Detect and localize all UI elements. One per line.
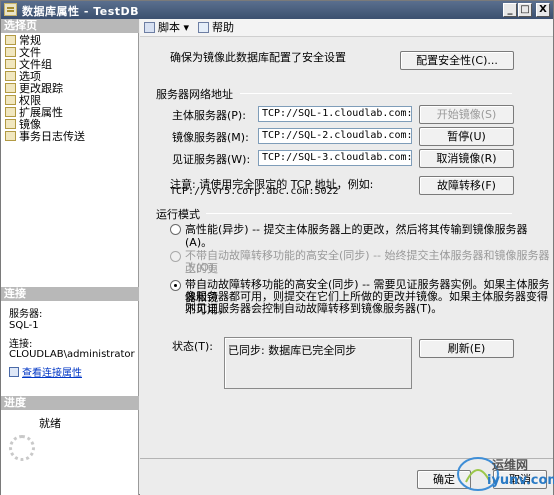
configure-security-button[interactable]: 配置安全性(C)... — [400, 51, 514, 70]
principal-server-field[interactable]: TCP://SQL-1.cloudlab.com:5022 — [258, 106, 412, 122]
page-icon — [5, 71, 16, 81]
pause-button[interactable]: 暂停(U) — [419, 127, 514, 146]
chevron-down-icon: ▾ — [180, 21, 190, 34]
help-label: 帮助 — [212, 21, 234, 34]
help-icon — [198, 22, 209, 33]
network-group-title: 服务器网络地址 — [156, 88, 233, 101]
watermark-line1: 运维网 — [492, 458, 529, 472]
high-safety-no-failover-label-2: 改(O)。 — [185, 261, 225, 274]
page-icon — [5, 59, 16, 69]
server-label: 服务器: — [9, 309, 43, 320]
network-group-divider — [240, 93, 512, 94]
note-line2: TCP://svr5.corp.abc.com:5022 — [170, 186, 339, 197]
help-button[interactable]: 帮助 — [198, 21, 234, 35]
high-performance-radio[interactable] — [170, 224, 181, 235]
mirror-server-label: 镜像服务器(M): — [172, 131, 249, 144]
status-label: 状态(T): — [172, 340, 214, 353]
start-mirroring-button[interactable]: 开始镜像(S) — [419, 105, 514, 124]
high-safety-failover-radio[interactable] — [170, 280, 181, 291]
refresh-button[interactable]: 刷新(E) — [419, 339, 514, 358]
window-title: 数据库属性 - TestDB — [22, 5, 140, 18]
script-icon — [144, 22, 155, 33]
remove-mirroring-button[interactable]: 取消镜像(R) — [419, 149, 514, 168]
security-note: 确保为镜像此数据库配置了安全设置 — [170, 51, 346, 64]
high-safety-no-failover-label-1: 不带自动故障转移功能的高安全(同步) -- 始终提交主体服务器和镜像服务器上的更 — [185, 249, 550, 275]
high-performance-label: 高性能(异步) -- 提交主体服务器上的更改，然后将其传输到镜像服务器(A)。 — [185, 223, 528, 249]
high-safety-failover-label-3: 则见证服务器会控制自动故障转移到镜像服务器(T)。 — [185, 302, 443, 315]
database-properties-window: 数据库属性 - TestDB _ □ X 选择页 常规 文件 文件组 选项 更改… — [0, 0, 554, 495]
progress-spinner-icon — [9, 435, 35, 461]
view-connection-properties-text: 查看连接属性 — [22, 368, 82, 379]
close-button[interactable]: X — [536, 3, 550, 17]
status-box: 已同步: 数据库已完全同步 — [224, 337, 412, 389]
status-value: 已同步: 数据库已完全同步 — [228, 344, 357, 357]
mode-group-title: 运行模式 — [156, 208, 200, 221]
nav-item-label: 事务日志传送 — [19, 130, 85, 143]
witness-server-field[interactable]: TCP://SQL-3.cloudlab.com:5022 — [258, 150, 412, 166]
page-icon — [5, 131, 16, 141]
title-bar: 数据库属性 - TestDB _ □ X — [1, 1, 553, 19]
page-icon — [5, 119, 16, 129]
failover-button[interactable]: 故障转移(F) — [419, 176, 514, 195]
progress-header: 进度 — [1, 396, 139, 410]
page-icon — [5, 47, 16, 57]
page-icon — [5, 107, 16, 117]
toolbar: 脚本 ▾ 帮助 — [140, 19, 553, 37]
minimize-button[interactable]: _ — [503, 3, 517, 17]
connection-properties-icon — [9, 367, 19, 377]
mode-group-divider — [206, 213, 512, 214]
mirror-server-field[interactable]: TCP://SQL-2.cloudlab.com:5022 — [258, 128, 412, 144]
view-connection-properties-link[interactable]: 查看连接属性 — [9, 367, 82, 379]
progress-status: 就绪 — [39, 417, 61, 430]
connection-value: CLOUDLAB\administrator — [9, 349, 135, 360]
server-value: SQL-1 — [9, 320, 39, 331]
connection-header: 连接 — [1, 287, 139, 301]
database-properties-icon — [4, 3, 17, 16]
left-pane: 选择页 常规 文件 文件组 选项 更改跟踪 权限 扩展属性 镜像 事务日志传送 … — [1, 19, 139, 495]
nav-item-log-shipping[interactable]: 事务日志传送 — [5, 131, 85, 143]
script-label: 脚本 — [158, 21, 180, 34]
witness-server-label: 见证服务器(W): — [172, 153, 251, 166]
page-icon — [5, 35, 16, 45]
script-button[interactable]: 脚本 ▾ — [144, 21, 189, 35]
principal-server-label: 主体服务器(P): — [172, 109, 246, 122]
maximize-button[interactable]: □ — [518, 3, 532, 17]
high-safety-no-failover-radio[interactable] — [170, 251, 181, 262]
page-icon — [5, 95, 16, 105]
mirroring-page: 确保为镜像此数据库配置了安全设置 配置安全性(C)... 服务器网络地址 主体服… — [140, 38, 553, 495]
watermark-line2: iyunv.com — [487, 473, 554, 488]
page-icon — [5, 83, 16, 93]
select-page-header: 选择页 — [1, 19, 139, 33]
